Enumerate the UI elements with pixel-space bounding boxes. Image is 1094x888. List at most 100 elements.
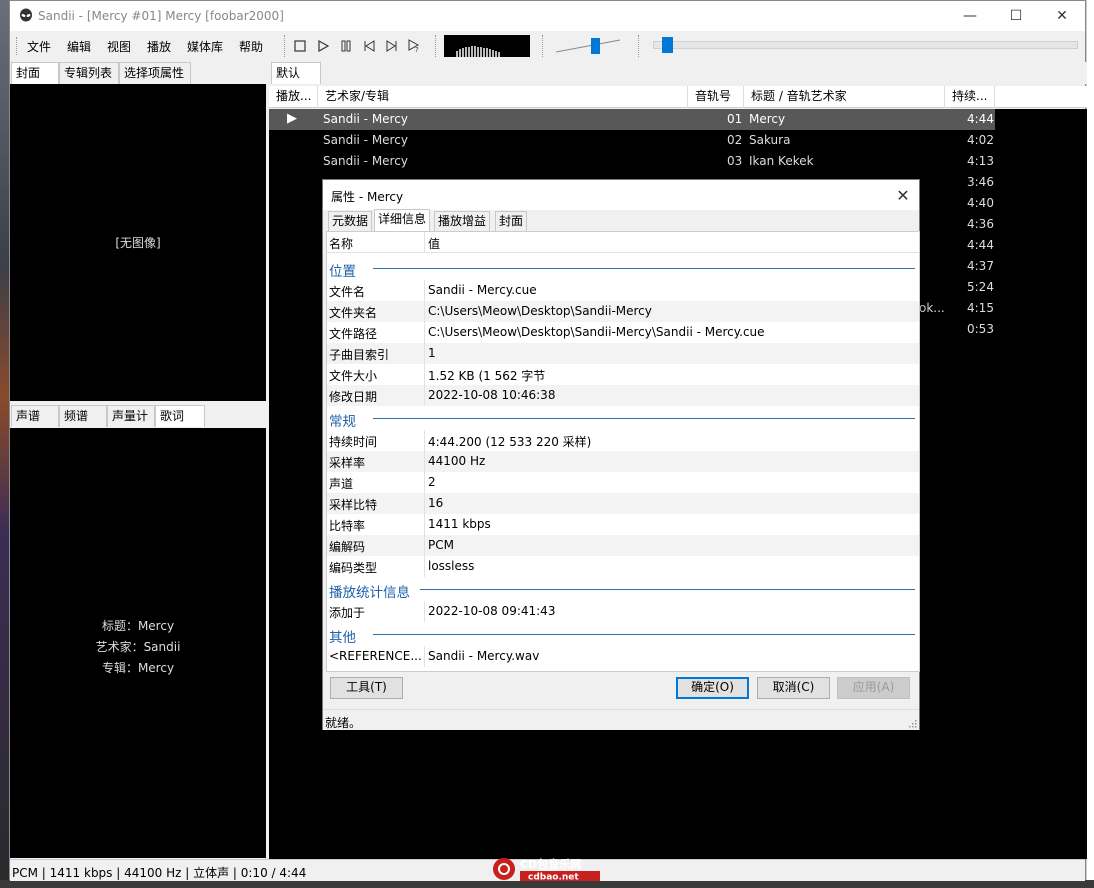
column-duration[interactable]: 持续... bbox=[945, 86, 995, 108]
column-divider bbox=[424, 514, 425, 535]
detail-row[interactable]: 采样比特 16 bbox=[327, 493, 919, 514]
now-playing-icon: ▶ bbox=[287, 111, 297, 126]
row-title: Mercy bbox=[749, 112, 786, 126]
detail-row[interactable]: 文件大小 1.52 KB (1 562 字节 bbox=[327, 364, 919, 385]
previous-button[interactable] bbox=[360, 37, 378, 55]
left-bottom-tabs: 声谱 频谱 声量计 歌词 bbox=[10, 405, 267, 427]
detail-row[interactable]: 声道 2 bbox=[327, 472, 919, 493]
detail-row[interactable]: 添加于 2022-10-08 09:41:43 bbox=[327, 601, 919, 622]
play-icon bbox=[318, 40, 329, 52]
ok-button[interactable]: 确定(O) bbox=[676, 677, 749, 699]
volume-slider[interactable] bbox=[556, 37, 622, 55]
row-track-no: 01 bbox=[727, 112, 743, 126]
row-duration: 0:53 bbox=[967, 322, 994, 336]
maximize-button[interactable]: ☐ bbox=[993, 1, 1039, 31]
column-divider bbox=[424, 280, 425, 301]
cdbao-logo-icon: CD包音乐网 cdbao.net bbox=[493, 857, 600, 883]
detail-key: 比特率 bbox=[329, 519, 366, 533]
tab-metadata[interactable]: 元数据 bbox=[328, 211, 373, 231]
playlist-row[interactable]: Sandii - Mercy 03 Ikan Kekek 4:13 bbox=[269, 151, 995, 172]
tab-details[interactable]: 详细信息 bbox=[374, 209, 431, 231]
close-button[interactable]: ✕ bbox=[1039, 1, 1085, 31]
dialog-title-bar[interactable]: 属性 - Mercy ✕ bbox=[323, 180, 919, 210]
detail-key: 文件路径 bbox=[329, 327, 378, 341]
column-divider bbox=[424, 385, 425, 406]
play-button[interactable] bbox=[314, 37, 332, 55]
detail-row[interactable]: <REFERENCE... Sandii - Mercy.wav bbox=[327, 646, 919, 667]
detail-row[interactable]: 子曲目索引 1 bbox=[327, 343, 919, 364]
detail-row[interactable]: 文件夹名 C:\Users\Meow\Desktop\Sandii-Mercy bbox=[327, 301, 919, 322]
menu-edit[interactable]: 编辑 bbox=[67, 38, 91, 55]
detail-row[interactable]: 文件路径 C:\Users\Meow\Desktop\Sandii-Mercy\S… bbox=[327, 322, 919, 343]
row-title: ok... bbox=[919, 301, 945, 315]
detail-row[interactable]: 修改日期 2022-10-08 10:46:38 bbox=[327, 385, 919, 406]
tab-selection-properties[interactable]: 选择项属性 bbox=[119, 62, 191, 84]
seek-bar[interactable] bbox=[653, 41, 1078, 49]
tab-lyrics[interactable]: 歌词 bbox=[155, 405, 205, 427]
column-value[interactable]: 值 bbox=[428, 235, 440, 252]
column-divider bbox=[424, 322, 425, 343]
detail-key: 文件名 bbox=[329, 285, 366, 299]
column-name[interactable]: 名称 bbox=[329, 235, 353, 252]
detail-key: 编解码 bbox=[329, 540, 366, 554]
detail-key: 声道 bbox=[329, 477, 354, 491]
detail-row[interactable]: 编解码 PCM bbox=[327, 535, 919, 556]
playlist-row[interactable]: ▶ Sandii - Mercy 01 Mercy 4:44 bbox=[269, 109, 995, 130]
cancel-button[interactable]: 取消(C) bbox=[757, 677, 830, 699]
dialog-status-bar: 就绪。 bbox=[323, 709, 919, 730]
tab-cover[interactable]: 封面 bbox=[11, 62, 59, 84]
detail-row[interactable]: 文件名 Sandii - Mercy.cue bbox=[327, 280, 919, 301]
tab-spectrogram[interactable]: 声谱 bbox=[11, 405, 59, 427]
dialog-close-button[interactable]: ✕ bbox=[887, 180, 919, 210]
menu-help[interactable]: 帮助 bbox=[239, 38, 263, 55]
tab-playlist-default[interactable]: 默认 bbox=[271, 62, 321, 84]
menu-file[interactable]: 文件 bbox=[27, 38, 51, 55]
row-duration: 4:44 bbox=[967, 238, 994, 252]
menu-playback[interactable]: 播放 bbox=[147, 38, 171, 55]
resize-grip-icon[interactable] bbox=[907, 718, 917, 728]
detail-key: 采样率 bbox=[329, 456, 366, 470]
playlist-row[interactable]: Sandii - Mercy 02 Sakura 4:02 bbox=[269, 130, 995, 151]
minimize-button[interactable]: — bbox=[947, 1, 993, 31]
detail-row[interactable]: 编码类型 lossless bbox=[327, 556, 919, 577]
title-bar[interactable]: Sandii - [Mercy #01] Mercy [foobar2000] … bbox=[10, 1, 1085, 31]
detail-value: 2 bbox=[428, 475, 436, 489]
column-divider bbox=[424, 364, 425, 385]
detail-value: 2022-10-08 09:41:43 bbox=[428, 604, 556, 618]
details-grid[interactable]: 名称 值 位置 文件名 Sandii - Mercy.cue 文件夹名 C:\Use… bbox=[326, 231, 920, 672]
pause-button[interactable] bbox=[337, 37, 355, 55]
toolbar-separator bbox=[435, 35, 436, 57]
seek-thumb[interactable] bbox=[662, 37, 673, 53]
menu-view[interactable]: 视图 bbox=[107, 38, 131, 55]
detail-key: 采样比特 bbox=[329, 498, 378, 512]
tab-replaygain[interactable]: 播放增益 bbox=[434, 211, 491, 231]
left-top-tabs: 封面 专辑列表 选择项属性 bbox=[10, 62, 267, 84]
row-duration: 4:37 bbox=[967, 259, 994, 273]
column-track-no[interactable]: 音轨号 bbox=[688, 86, 744, 108]
tab-artwork[interactable]: 封面 bbox=[495, 211, 528, 231]
tab-spectrum[interactable]: 频谱 bbox=[59, 405, 107, 427]
stop-button[interactable] bbox=[291, 37, 309, 55]
menu-grip[interactable] bbox=[16, 37, 19, 55]
tab-album-list[interactable]: 专辑列表 bbox=[59, 62, 119, 84]
apply-button[interactable]: 应用(A) bbox=[837, 677, 910, 699]
section-title: 其他 bbox=[329, 626, 366, 646]
detail-row[interactable]: 比特率 1411 kbps bbox=[327, 514, 919, 535]
menu-library[interactable]: 媒体库 bbox=[187, 38, 223, 55]
tab-vu-meter[interactable]: 声量计 bbox=[107, 405, 155, 427]
detail-value: Sandii - Mercy.cue bbox=[428, 283, 537, 297]
column-title[interactable]: 标题 / 音轨艺术家 bbox=[744, 86, 945, 108]
random-button[interactable]: ? bbox=[406, 37, 424, 55]
detail-key: 文件夹名 bbox=[329, 306, 378, 320]
detail-key: 子曲目索引 bbox=[329, 348, 390, 362]
detail-row[interactable]: 持续时间 4:44.200 (12 533 220 采样) bbox=[327, 430, 919, 451]
column-playing[interactable]: 播放... bbox=[269, 86, 318, 108]
next-button[interactable] bbox=[383, 37, 401, 55]
detail-row[interactable]: 采样率 44100 Hz bbox=[327, 451, 919, 472]
tools-button[interactable]: 工具(T) bbox=[330, 677, 403, 699]
stop-icon bbox=[294, 40, 306, 52]
column-artist-album[interactable]: 艺术家/专辑 bbox=[318, 86, 688, 108]
row-track-no: 02 bbox=[727, 133, 743, 147]
detail-value: lossless bbox=[428, 559, 475, 573]
section-rule bbox=[373, 634, 915, 635]
